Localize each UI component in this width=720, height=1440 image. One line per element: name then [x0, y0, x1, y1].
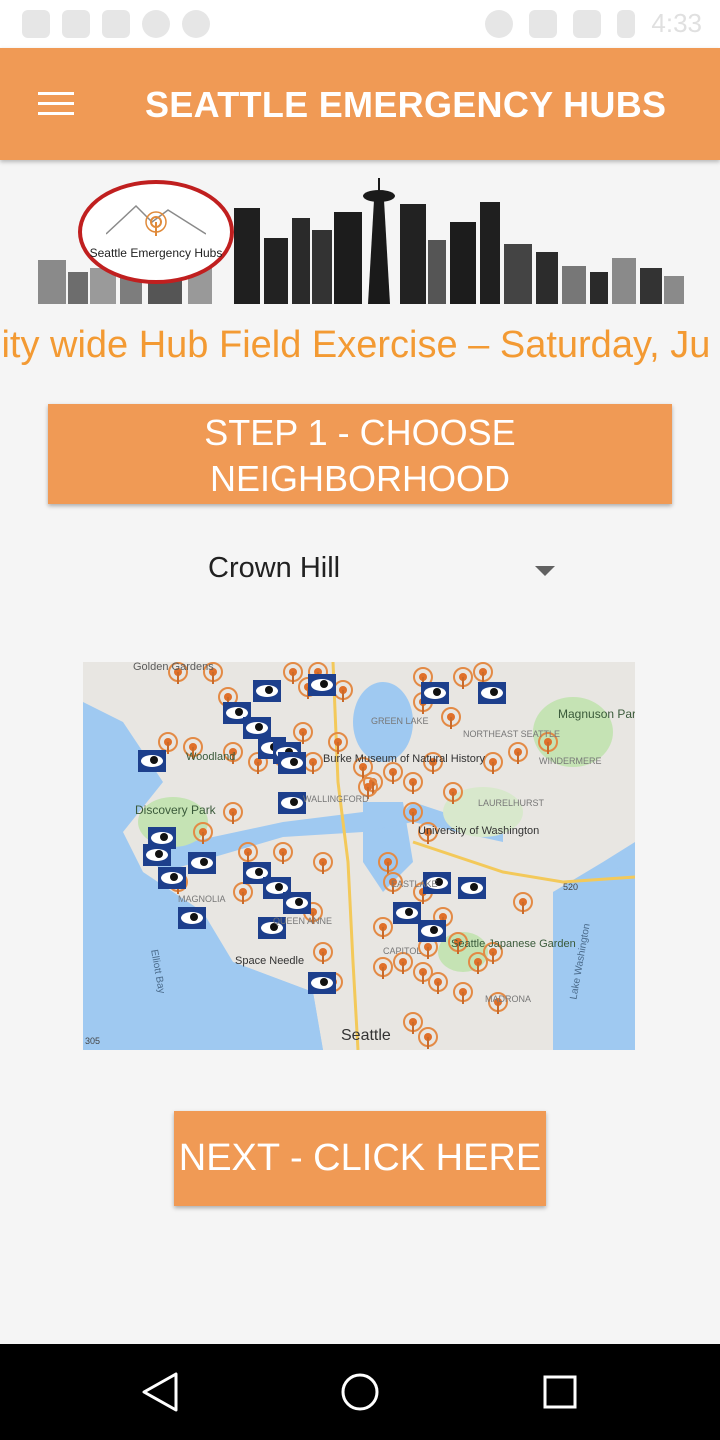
- back-icon[interactable]: [142, 1372, 178, 1412]
- map-label-magnolia: MAGNOLIA: [178, 894, 226, 904]
- map-label-madrona: MADRONA: [485, 994, 531, 1004]
- eye-marker[interactable]: [138, 750, 166, 772]
- map-label-woodland: Woodland: [186, 751, 235, 763]
- map-label-discovery: Discovery Park: [135, 803, 217, 817]
- neighborhood-dropdown[interactable]: Crown Hill: [160, 540, 580, 600]
- status-time: 4:33: [651, 8, 702, 38]
- eye-marker[interactable]: [143, 844, 171, 866]
- wifi-icon: [529, 9, 558, 38]
- seattle-skyline-banner: Seattle Emergency Hubs: [38, 172, 688, 304]
- app-bar: SEATTLE EMERGENCY HUBS: [0, 48, 720, 160]
- seattle-emergency-hubs-logo: Seattle Emergency Hubs: [78, 180, 234, 284]
- eye-marker[interactable]: [178, 907, 206, 929]
- map-label-laurelhurst: LAURELHURST: [478, 798, 545, 808]
- circle-notification-icon: [142, 10, 170, 38]
- announcement-marquee: City wide Hub Field Exercise – Saturday,…: [0, 322, 720, 374]
- battery-icon: [617, 9, 636, 38]
- map-label-university: University of Washington: [418, 825, 539, 837]
- eye-marker[interactable]: [421, 682, 449, 704]
- map-label-capitol: CAPITOL: [383, 946, 421, 956]
- next-button[interactable]: NEXT - CLICK HERE: [174, 1111, 546, 1206]
- status-bar: 4:33: [0, 0, 720, 48]
- do-not-disturb-icon: [485, 9, 514, 38]
- map-label-green-lake: GREEN LAKE: [371, 716, 429, 726]
- phone-missed-icon: [22, 10, 50, 38]
- map-label-windermere: WINDERMERE: [539, 756, 602, 766]
- nav-bar-icons: [142, 1372, 577, 1412]
- eye-marker[interactable]: [418, 920, 446, 942]
- app-title: SEATTLE EMERGENCY HUBS: [145, 84, 667, 125]
- eye-marker[interactable]: [278, 792, 306, 814]
- notification-icons: [22, 10, 210, 38]
- mail-icon: [62, 10, 90, 38]
- map-label-golden-gardens: Golden Gardens: [133, 662, 214, 673]
- map-label-japanese-garden: Seattle Japanese Garden: [451, 938, 576, 950]
- eye-marker[interactable]: [308, 674, 336, 696]
- eye-marker[interactable]: [393, 902, 421, 924]
- map-label-queen-anne: QUEEN ANNE: [273, 916, 332, 926]
- step-1-header: STEP 1 - CHOOSE NEIGHBORHOOD: [48, 404, 672, 504]
- eye-marker[interactable]: [458, 877, 486, 899]
- marquee-text: City wide Hub Field Exercise – Saturday,…: [0, 324, 711, 366]
- hubs-map[interactable]: Golden Gardens Magnuson Park Woodland Burke…: [83, 662, 635, 1050]
- navigation-bar: [0, 1344, 720, 1440]
- mountain-antenna-icon: [106, 204, 206, 236]
- map-label-wallingford: WALLINGFORD: [303, 794, 369, 804]
- eye-marker[interactable]: [243, 717, 271, 739]
- dropdown-arrow-icon: [535, 566, 555, 576]
- map-label-northeast-seattle: NORTHEAST SEATTLE: [463, 729, 560, 739]
- recents-icon[interactable]: [543, 1375, 577, 1409]
- eye-marker[interactable]: [308, 972, 336, 994]
- map-label-space-needle: Space Needle: [235, 955, 304, 967]
- system-icons: 4:33: [485, 8, 702, 39]
- hamburger-menu-icon[interactable]: [36, 90, 76, 118]
- map-label-seattle: Seattle: [341, 1027, 391, 1044]
- map-label-hwy-520: 520: [563, 882, 578, 892]
- eye-marker[interactable]: [253, 680, 281, 702]
- settings-notification-icon: [182, 10, 210, 38]
- signal-icon: [573, 9, 602, 38]
- map-canvas: Golden Gardens Magnuson Park Woodland Burke…: [83, 662, 635, 1050]
- home-icon[interactable]: [341, 1373, 379, 1411]
- eye-marker[interactable]: [478, 682, 506, 704]
- map-label-hwy-305: 305: [85, 1036, 100, 1046]
- image-icon: [102, 10, 130, 38]
- map-label-magnuson: Magnuson Park: [558, 707, 635, 721]
- map-label-eastlake: EASTLAKE: [391, 879, 438, 889]
- eye-marker[interactable]: [188, 852, 216, 874]
- eye-marker[interactable]: [158, 867, 186, 889]
- logo-text: Seattle Emergency Hubs: [89, 246, 223, 260]
- eye-marker[interactable]: [278, 752, 306, 774]
- eye-marker[interactable]: [283, 892, 311, 914]
- neighborhood-selected-value: Crown Hill: [208, 552, 341, 584]
- map-label-burke: Burke Museum of Natural History: [323, 753, 485, 765]
